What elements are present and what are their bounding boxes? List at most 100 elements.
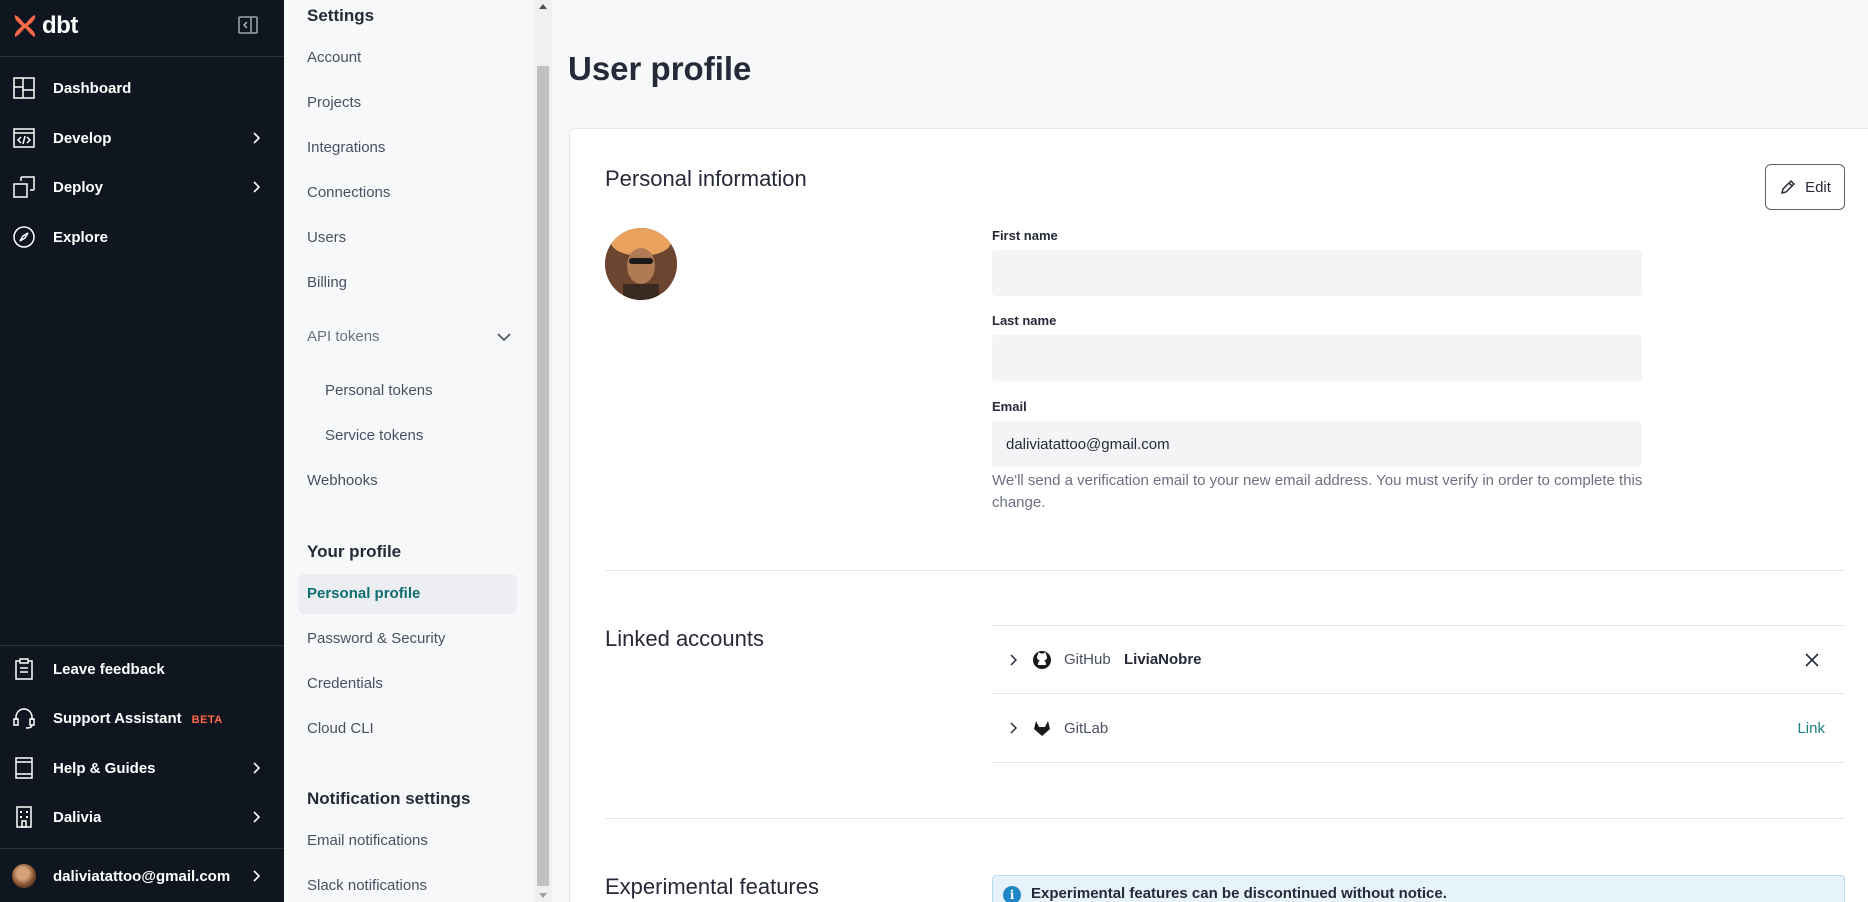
clipboard-icon bbox=[15, 658, 33, 680]
first-name-field[interactable] bbox=[992, 250, 1642, 296]
beta-badge: BETA bbox=[191, 713, 223, 726]
nav-label: Develop bbox=[53, 129, 112, 147]
edit-label: Edit bbox=[1805, 178, 1831, 196]
github-icon bbox=[1033, 650, 1051, 669]
scroll-up-arrow-icon[interactable] bbox=[538, 2, 548, 12]
linked-account-row-gitlab[interactable]: GitLab Link bbox=[992, 693, 1845, 763]
nav-label: Help & Guides bbox=[53, 759, 156, 777]
first-name-label: First name bbox=[992, 228, 1058, 243]
github-provider-label: GitHub bbox=[1064, 651, 1111, 668]
page-title: User profile bbox=[568, 50, 752, 87]
collapse-sidebar-icon[interactable] bbox=[238, 16, 260, 36]
email-field[interactable] bbox=[992, 421, 1642, 467]
chevron-down-icon[interactable] bbox=[497, 332, 511, 342]
main-nav: dbt Dashboard Develop Deploy Explore Lea… bbox=[0, 0, 284, 902]
last-name-label: Last name bbox=[992, 313, 1057, 328]
settings-item-api-tokens[interactable]: API tokens bbox=[307, 328, 517, 345]
support-assistant-label: Support Assistant bbox=[53, 709, 182, 727]
settings-item-slack-notifications[interactable]: Slack notifications bbox=[307, 877, 517, 894]
profile-card bbox=[569, 128, 1868, 902]
settings-item-integrations[interactable]: Integrations bbox=[307, 139, 517, 156]
nav-dashboard[interactable]: Dashboard bbox=[0, 64, 284, 112]
linked-accounts-title: Linked accounts bbox=[605, 626, 764, 651]
code-icon bbox=[13, 128, 35, 148]
profile-avatar bbox=[605, 228, 677, 300]
experimental-features-title: Experimental features bbox=[605, 874, 819, 899]
chevron-right-icon bbox=[253, 181, 261, 193]
settings-item-password-security[interactable]: Password & Security bbox=[307, 630, 517, 647]
dbt-logo-icon bbox=[14, 15, 36, 37]
settings-scrollbar[interactable] bbox=[534, 0, 552, 902]
email-label: Email bbox=[992, 399, 1027, 414]
headset-icon bbox=[13, 708, 35, 729]
nav-label: Support Assistant BETA bbox=[53, 710, 223, 727]
scrollbar-thumb[interactable] bbox=[537, 66, 549, 886]
gitlab-link-button[interactable]: Link bbox=[1797, 720, 1825, 737]
nav-develop[interactable]: Develop bbox=[0, 114, 284, 162]
nav-label: Dashboard bbox=[53, 79, 132, 97]
gitlab-provider-label: GitLab bbox=[1064, 719, 1109, 737]
section-divider bbox=[605, 570, 1845, 571]
notification-settings-heading: Notification settings bbox=[307, 789, 471, 808]
building-icon bbox=[16, 806, 32, 828]
settings-item-cloud-cli[interactable]: Cloud CLI bbox=[307, 720, 517, 737]
edit-button[interactable]: Edit bbox=[1765, 164, 1845, 210]
github-username: LiviaNobre bbox=[1124, 651, 1202, 668]
close-icon[interactable] bbox=[1804, 652, 1820, 668]
dashboard-icon bbox=[13, 77, 35, 99]
settings-item-webhooks[interactable]: Webhooks bbox=[307, 472, 517, 489]
nav-label: Leave feedback bbox=[53, 660, 165, 678]
experimental-notice-text: Experimental features can be discontinue… bbox=[1031, 885, 1447, 902]
compass-icon bbox=[13, 226, 35, 248]
user-email-label: daliviatattoo@gmail.com bbox=[53, 867, 231, 885]
chevron-right-icon[interactable] bbox=[1008, 653, 1018, 666]
email-hint: We'll send a verification email to your … bbox=[992, 472, 1643, 511]
info-icon: i bbox=[1003, 886, 1021, 902]
scroll-down-arrow-icon[interactable] bbox=[538, 890, 548, 900]
your-profile-heading: Your profile bbox=[307, 542, 402, 561]
pencil-icon bbox=[1781, 179, 1796, 195]
last-name-field[interactable] bbox=[992, 335, 1642, 381]
experimental-notice: i Experimental features can be discontin… bbox=[992, 875, 1845, 902]
nav-account-dalivia[interactable]: Dalivia bbox=[0, 793, 284, 841]
nav-support-assistant[interactable]: Support Assistant BETA bbox=[0, 694, 284, 742]
chevron-right-icon bbox=[253, 762, 261, 774]
settings-item-billing[interactable]: Billing bbox=[307, 274, 517, 291]
nav-deploy[interactable]: Deploy bbox=[0, 163, 284, 211]
settings-item-service-tokens[interactable]: Service tokens bbox=[325, 427, 535, 444]
book-icon bbox=[15, 757, 33, 779]
nav-help-guides[interactable]: Help & Guides bbox=[0, 744, 284, 792]
nav-label: Deploy bbox=[53, 178, 104, 196]
nav-label: Dalivia bbox=[53, 808, 102, 826]
nav-divider bbox=[0, 848, 284, 849]
nav-label: Explore bbox=[53, 228, 109, 246]
settings-item-connections[interactable]: Connections bbox=[307, 184, 517, 201]
settings-item-personal-profile[interactable]: Personal profile bbox=[307, 585, 517, 602]
settings-item-users[interactable]: Users bbox=[307, 229, 517, 246]
nav-explore[interactable]: Explore bbox=[0, 213, 284, 261]
settings-item-credentials[interactable]: Credentials bbox=[307, 675, 517, 692]
settings-item-account[interactable]: Account bbox=[307, 49, 517, 66]
settings-item-email-notifications[interactable]: Email notifications bbox=[307, 832, 517, 849]
section-divider bbox=[605, 818, 1845, 819]
deploy-icon bbox=[13, 176, 35, 198]
personal-information-title: Personal information bbox=[605, 166, 807, 191]
linked-account-row-github[interactable]: GitHub LiviaNobre bbox=[992, 625, 1845, 693]
profile-photo-icon bbox=[605, 228, 677, 300]
nav-user-menu[interactable]: daliviatattoo@gmail.com bbox=[0, 852, 284, 900]
gitlab-icon bbox=[1034, 721, 1050, 736]
chevron-right-icon bbox=[253, 811, 261, 823]
main-content: User profile Personal information Edit F… bbox=[552, 0, 1868, 902]
settings-item-personal-tokens[interactable]: Personal tokens bbox=[325, 382, 535, 399]
chevron-right-icon bbox=[253, 870, 261, 882]
settings-heading: Settings bbox=[307, 6, 375, 25]
nav-leave-feedback[interactable]: Leave feedback bbox=[0, 645, 284, 693]
avatar bbox=[12, 864, 36, 888]
nav-divider bbox=[0, 56, 284, 57]
settings-item-projects[interactable]: Projects bbox=[307, 94, 517, 111]
settings-sidebar: Settings Account Projects Integrations C… bbox=[284, 0, 534, 902]
chevron-right-icon bbox=[253, 132, 261, 144]
chevron-right-icon[interactable] bbox=[1008, 722, 1018, 734]
logo-text: dbt bbox=[42, 12, 78, 39]
dbt-logo[interactable]: dbt bbox=[12, 10, 78, 42]
